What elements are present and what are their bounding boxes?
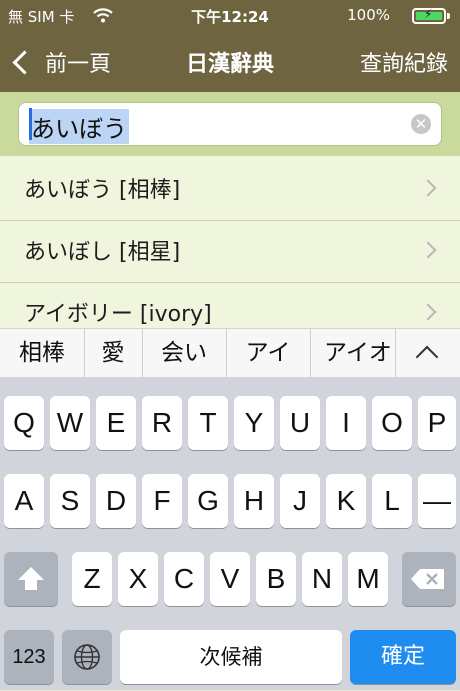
numbers-key[interactable]: 123 xyxy=(4,630,54,684)
confirm-key[interactable]: 確定 xyxy=(350,630,456,684)
chevron-right-icon xyxy=(419,303,437,321)
key-long-vowel[interactable]: — xyxy=(418,474,456,528)
globe-key[interactable] xyxy=(62,630,112,684)
list-item[interactable]: アイボリー [ivory] xyxy=(0,280,460,328)
list-item-text: あいぼう [相棒] xyxy=(24,178,181,203)
results-list: あいぼう [相棒] あいぼし [相星] アイボリー [ivory] xyxy=(0,156,460,328)
search-bar: あいぼう ✕ xyxy=(0,92,460,156)
history-button[interactable]: 查詢紀錄 xyxy=(360,46,448,78)
candidate-item[interactable]: 会い xyxy=(142,329,227,377)
key-v[interactable]: V xyxy=(210,552,250,606)
key-i[interactable]: I xyxy=(326,396,366,450)
next-candidate-key[interactable]: 次候補 xyxy=(120,630,342,684)
key-m[interactable]: M xyxy=(348,552,388,606)
keyboard: Q W E R T Y U I O P A S D F G H J K L — … xyxy=(0,378,460,690)
candidate-bar: 相棒 愛 会い アイ アイオ xyxy=(0,328,460,378)
battery-icon: ⚡ xyxy=(412,7,450,24)
text-caret xyxy=(29,108,32,140)
key-x[interactable]: X xyxy=(118,552,158,606)
chevron-right-icon xyxy=(419,241,437,259)
expand-candidates-button[interactable] xyxy=(395,329,460,377)
status-time: 下午12:24 xyxy=(191,8,269,26)
candidate-item[interactable]: 愛 xyxy=(84,329,143,377)
delete-key[interactable] xyxy=(402,552,456,606)
clear-circle-icon[interactable]: ✕ xyxy=(411,114,431,134)
shift-arrow-icon xyxy=(18,567,44,590)
key-c[interactable]: C xyxy=(164,552,204,606)
status-bar: 無 SIM 卡 下午12:24 100% ⚡ xyxy=(0,0,460,32)
key-z[interactable]: Z xyxy=(72,552,112,606)
chevron-up-icon xyxy=(415,345,439,369)
key-y[interactable]: Y xyxy=(234,396,274,450)
globe-icon xyxy=(74,644,100,670)
key-r[interactable]: R xyxy=(142,396,182,450)
key-o[interactable]: O xyxy=(372,396,412,450)
key-g[interactable]: G xyxy=(188,474,228,528)
search-query-text: あいぼう xyxy=(29,109,129,144)
candidate-item[interactable]: 相棒 xyxy=(0,329,85,377)
list-item[interactable]: あいぼう [相棒] xyxy=(0,156,460,221)
battery-percent: 100% xyxy=(347,6,390,24)
key-f[interactable]: F xyxy=(142,474,182,528)
key-d[interactable]: D xyxy=(96,474,136,528)
navigation-bar: 前一頁 日漢辭典 查詢紀錄 xyxy=(0,32,460,92)
key-n[interactable]: N xyxy=(302,552,342,606)
list-item-text: アイボリー [ivory] xyxy=(24,302,212,327)
candidate-item[interactable]: アイ xyxy=(226,329,311,377)
candidate-item[interactable]: アイオ xyxy=(310,329,400,377)
list-item[interactable]: あいぼし [相星] xyxy=(0,218,460,283)
key-a[interactable]: A xyxy=(4,474,44,528)
key-k[interactable]: K xyxy=(326,474,366,528)
top-bar: 無 SIM 卡 下午12:24 100% ⚡ 前一頁 日漢辭典 查詢紀錄 xyxy=(0,0,460,92)
key-j[interactable]: J xyxy=(280,474,320,528)
key-s[interactable]: S xyxy=(50,474,90,528)
key-p[interactable]: P xyxy=(418,396,456,450)
key-h[interactable]: H xyxy=(234,474,274,528)
search-input[interactable]: あいぼう ✕ xyxy=(18,102,442,146)
key-b[interactable]: B xyxy=(256,552,296,606)
key-w[interactable]: W xyxy=(50,396,90,450)
list-item-text: あいぼし [相星] xyxy=(24,240,181,265)
shift-key[interactable] xyxy=(4,552,58,606)
key-q[interactable]: Q xyxy=(4,396,44,450)
key-l[interactable]: L xyxy=(372,474,412,528)
key-u[interactable]: U xyxy=(280,396,320,450)
chevron-right-icon xyxy=(419,179,437,197)
key-t[interactable]: T xyxy=(188,396,228,450)
backspace-icon xyxy=(411,569,444,589)
key-e[interactable]: E xyxy=(96,396,136,450)
